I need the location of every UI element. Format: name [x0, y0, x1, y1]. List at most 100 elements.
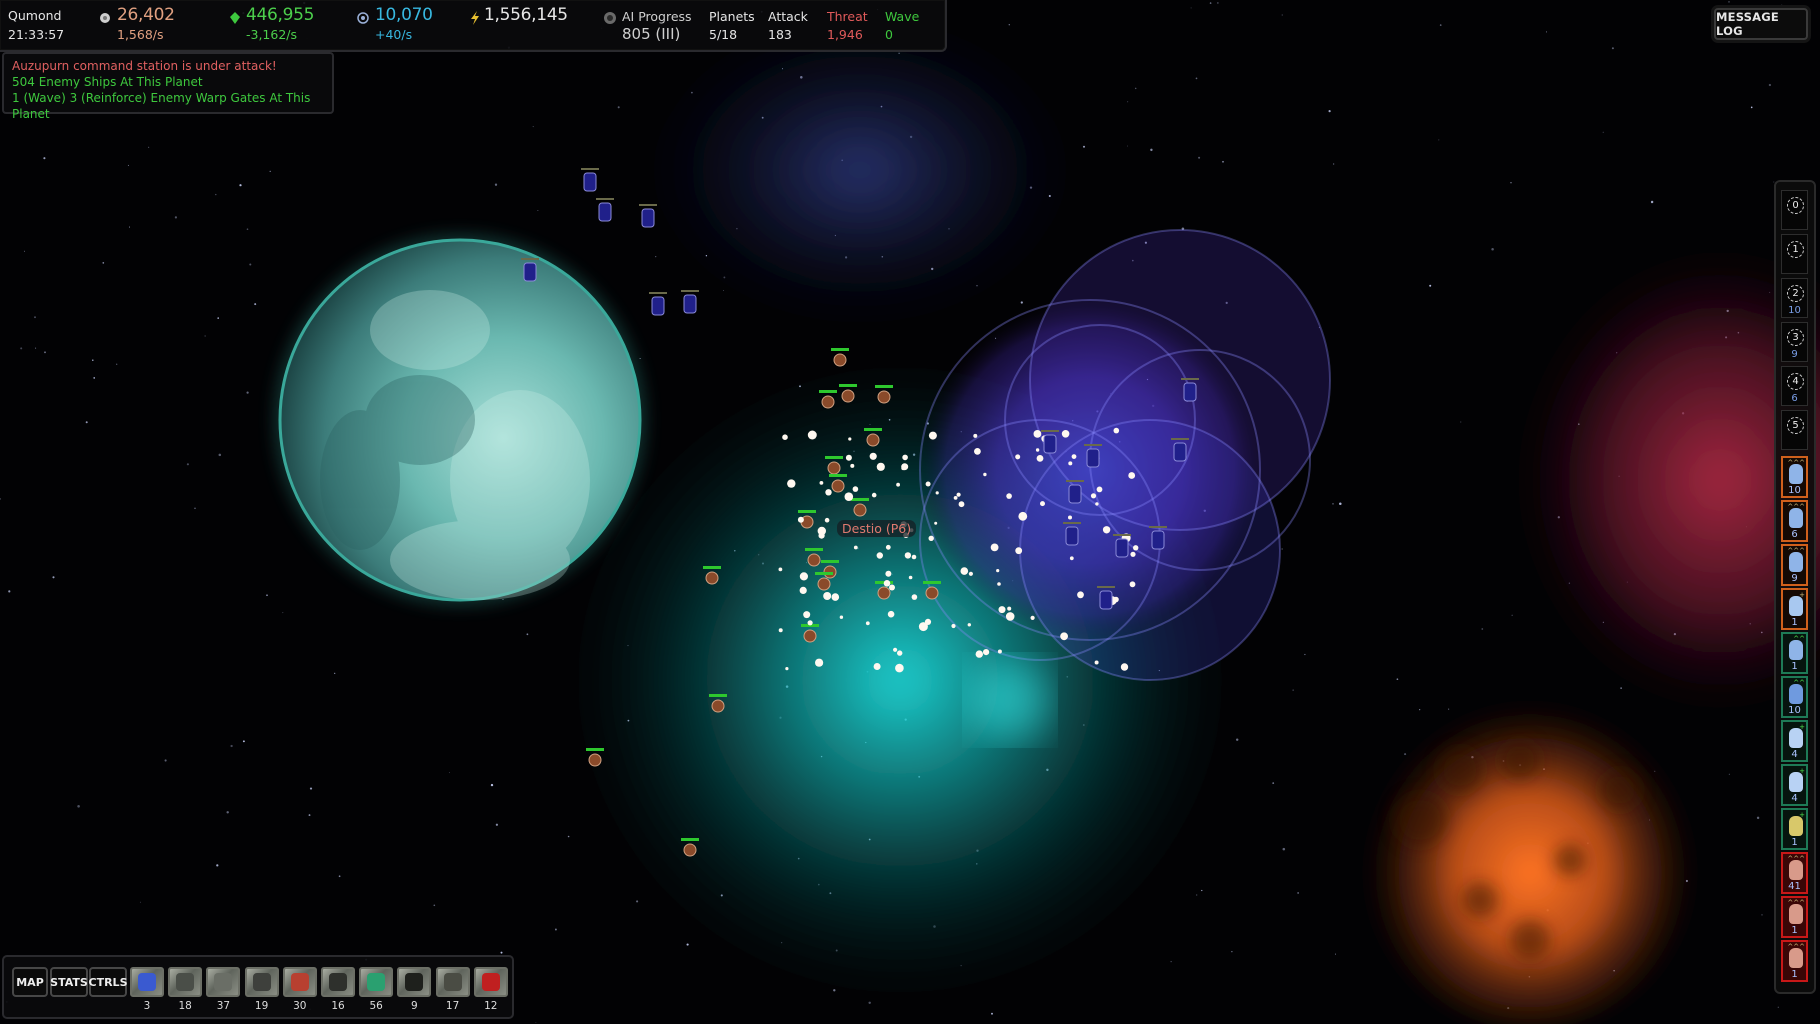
unit-slot-green[interactable]: +1: [1781, 808, 1808, 850]
star: [334, 672, 336, 674]
weapon-flash: [1015, 547, 1023, 555]
unit-slot-green[interactable]: ^^ 10: [1781, 676, 1808, 718]
star: [1777, 1006, 1779, 1008]
weapon-flash: [902, 454, 908, 461]
fleet-ship-8-button[interactable]: [397, 967, 432, 997]
star: [1761, 914, 1763, 916]
unit-slot-green[interactable]: +4: [1781, 720, 1808, 762]
unit-slot-orange[interactable]: ^^^ 10: [1781, 456, 1808, 498]
control-group-5[interactable]: 5: [1781, 410, 1808, 450]
weapon-flash: [897, 650, 903, 656]
weapon-flash: [887, 610, 895, 618]
planet[interactable]: [274, 234, 646, 606]
star: [1756, 816, 1760, 820]
stats-button[interactable]: STATS: [50, 967, 88, 997]
weapon-flash: [1015, 454, 1021, 460]
control-group-1[interactable]: 1: [1781, 234, 1808, 274]
weapon-flash: [928, 431, 937, 440]
ship-type-count: 18: [178, 1000, 192, 1012]
fleet-ship-5-button[interactable]: [282, 967, 317, 997]
weapon-flash: [1068, 461, 1073, 466]
fleet-ship-6-button[interactable]: [321, 967, 355, 997]
weapon-flash: [1007, 606, 1012, 611]
weapon-flash: [824, 517, 830, 523]
crystal-rate: -3,162/s: [246, 27, 298, 42]
control-group-3[interactable]: 39: [1781, 322, 1808, 362]
star: [490, 783, 494, 787]
fleet-ship-7-button[interactable]: [359, 967, 394, 997]
ship-icon: [1789, 684, 1803, 704]
unit-slot-orange[interactable]: ^^^ 6: [1781, 500, 1808, 542]
bottom-toolbar: MAP STATS CTRLS 3 18 37 19 30 16 56 9 17 12: [2, 955, 514, 1019]
unit-slot-green[interactable]: ^^ 1: [1781, 632, 1808, 674]
star: [495, 823, 499, 826]
star: [1231, 951, 1233, 953]
star: [1460, 421, 1462, 423]
fleet-ship-1-button[interactable]: [130, 967, 164, 997]
metal-amount: 26,402: [117, 5, 175, 25]
weapon-flash: [1030, 615, 1035, 621]
unit-slot-green[interactable]: +4: [1781, 764, 1808, 806]
fleet-ship-9-button[interactable]: [435, 967, 470, 997]
rank-icon: ^^^: [1787, 943, 1805, 951]
ship-icon: [1789, 860, 1803, 880]
star: [1272, 782, 1275, 784]
star: [1339, 502, 1342, 506]
ship-icon: [1789, 552, 1803, 572]
ctrls-button[interactable]: CTRLS: [89, 967, 128, 997]
cyan-glow: [970, 660, 1050, 740]
star: [1396, 678, 1399, 681]
control-group-number: 4: [1787, 373, 1804, 390]
star: [1134, 87, 1137, 90]
unit-count: 1: [1791, 837, 1798, 848]
ship-type-count: 12: [484, 1000, 498, 1012]
fleet-ship-10-button[interactable]: [473, 967, 508, 997]
weapon-flash: [896, 482, 900, 487]
star: [1781, 4, 1783, 6]
star: [1332, 503, 1334, 505]
star: [338, 875, 341, 878]
unit-slot-red[interactable]: ^^^ 1: [1781, 940, 1808, 982]
ship-type-icon: [290, 973, 309, 991]
weapon-flash: [807, 620, 813, 626]
ship-icon: [1789, 640, 1803, 660]
star: [1127, 145, 1128, 147]
unit-slot-red[interactable]: ^^^ 41: [1781, 852, 1808, 894]
weapon-flash: [904, 552, 912, 559]
control-group-number: 2: [1787, 285, 1804, 302]
control-group-4[interactable]: 46: [1781, 366, 1808, 406]
weapon-flash: [895, 663, 904, 673]
star: [567, 835, 570, 838]
star: [127, 164, 129, 166]
fleet-ship-4-button[interactable]: [244, 967, 279, 997]
alert-enemy-ships: 504 Enemy Ships At This Planet: [12, 75, 203, 89]
weapon-flash: [785, 667, 789, 671]
fleet-ship-2-button[interactable]: [168, 967, 203, 997]
star: [686, 943, 689, 946]
star: [1768, 83, 1772, 87]
weapon-flash: [997, 582, 1001, 586]
space-view[interactable]: [0, 0, 1820, 1024]
star: [1333, 163, 1335, 165]
star: [1020, 301, 1023, 304]
message-log-button[interactable]: MESSAGE LOG: [1714, 8, 1808, 40]
star: [1481, 628, 1484, 630]
map-button[interactable]: MAP: [12, 967, 48, 997]
control-group-2[interactable]: 2 10: [1781, 278, 1808, 318]
star: [1750, 106, 1753, 109]
weapon-flash: [1129, 581, 1136, 588]
star: [85, 421, 88, 424]
weapon-flash: [848, 437, 852, 441]
unit-slot-red[interactable]: ^^^ 1: [1781, 896, 1808, 938]
unit-slot-orange[interactable]: ^^^ 9: [1781, 544, 1808, 586]
star: [242, 740, 245, 743]
weapon-flash: [807, 430, 817, 440]
ship-type-count: 37: [216, 1000, 231, 1012]
planet-name-label[interactable]: Destio (P6): [837, 520, 917, 537]
star: [1611, 47, 1614, 50]
control-group-0[interactable]: 0: [1781, 190, 1808, 230]
weapon-flash: [819, 481, 824, 485]
unit-slot-orange[interactable]: +1: [1781, 588, 1808, 630]
ship-type-count: 19: [254, 1000, 269, 1012]
fleet-ship-3-button[interactable]: [206, 967, 241, 997]
